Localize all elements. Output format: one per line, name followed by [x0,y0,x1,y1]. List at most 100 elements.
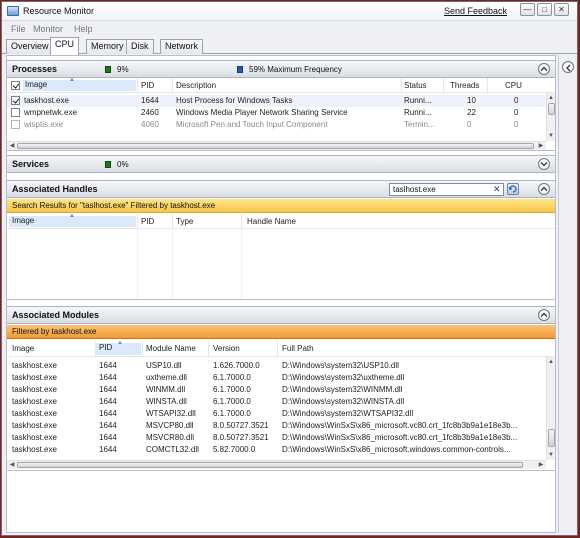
scroll-down-icon[interactable]: ▼ [547,451,555,459]
column-separator [142,341,143,356]
process-pid: 2460 [141,108,159,117]
handles-header[interactable]: Associated Handles ✕ [7,180,555,198]
module-path: D:\Windows\system32\WINSTA.dll [282,397,405,406]
module-image: taskhost.exe [12,409,57,418]
menu-monitor[interactable]: Monitor [33,24,63,34]
process-image: taskhost.exe [24,96,69,105]
scroll-left-icon[interactable]: ◀ [8,142,16,150]
services-header[interactable]: Services 0% [7,155,555,173]
processes-header[interactable]: Processes 9% 59% Maximum Frequency [7,60,555,78]
module-row[interactable]: taskhost.exe 1644 COMCTL32.dll 5.82.7000… [7,444,555,456]
column-version[interactable]: Version [213,344,240,353]
resource-monitor-window: Resource Monitor Send Feedback — □ ✕ Fil… [1,1,578,536]
tab-network[interactable]: Network [160,39,204,54]
maximize-button[interactable]: □ [537,3,552,16]
send-feedback-link[interactable]: Send Feedback [444,6,507,16]
column-cpu[interactable]: CPU [505,81,522,90]
process-row[interactable]: wisptis.exe 4060 Microsoft Pen and Touch… [7,119,555,131]
process-description: Microsoft Pen and Touch Input Component [176,120,328,129]
process-status: Termin... [404,120,435,129]
module-version: 8.0.50727.3521 [213,433,269,442]
menu-file[interactable]: File [11,24,26,34]
scroll-up-icon[interactable]: ▲ [547,358,555,366]
expand-services-button[interactable] [538,158,550,170]
modules-column-header: Image PID ▲ Module Name Version Full Pat… [7,340,555,357]
tab-cpu[interactable]: CPU [50,37,80,55]
process-row[interactable]: wmpnetwk.exe 2460 Windows Media Player N… [7,107,555,119]
minimize-button[interactable]: — [520,3,535,16]
modules-header[interactable]: Associated Modules [7,306,555,324]
cpu-usage-icon [105,161,111,168]
scroll-down-icon[interactable]: ▼ [547,132,555,140]
module-row[interactable]: taskhost.exe 1644 uxtheme.dll 6.1.7000.0… [7,372,555,384]
processes-column-header: Image ▲ PID Description Status Threads C… [7,77,555,93]
module-row[interactable]: taskhost.exe 1644 MSVCR80.dll 8.0.50727.… [7,432,555,444]
column-image[interactable]: Image [12,344,34,353]
module-image: taskhost.exe [12,445,57,454]
services-cpu-usage: 0% [117,160,129,169]
tab-memory[interactable]: Memory [86,39,129,54]
tab-disk[interactable]: Disk [126,39,154,54]
column-full-path[interactable]: Full Path [282,344,314,353]
column-type[interactable]: Type [176,217,193,226]
scrollbar-thumb[interactable] [548,103,555,115]
process-checkbox[interactable] [11,108,20,117]
module-version: 6.1.7000.0 [213,385,251,394]
module-row[interactable]: taskhost.exe 1644 WINMM.dll 6.1.7000.0 D… [7,384,555,396]
module-path: D:\Windows\system32\WINMM.dll [282,385,403,394]
column-separator [487,78,488,92]
scroll-right-icon[interactable]: ▶ [537,461,545,469]
tab-strip: Overview CPU Memory Disk Network [2,37,577,55]
scrollbar-thumb[interactable] [548,429,555,447]
module-row[interactable]: taskhost.exe 1644 USP10.dll 1.626.7000.0… [7,360,555,372]
close-button[interactable]: ✕ [554,3,569,16]
scroll-left-icon[interactable]: ◀ [8,461,16,469]
scrollbar-thumb[interactable] [17,143,534,149]
module-row[interactable]: taskhost.exe 1644 WTSAPI32.dll 6.1.7000.… [7,408,555,420]
process-cpu: 0 [514,96,519,105]
column-description[interactable]: Description [176,81,216,90]
handles-column-header: Image ▲ PID Type Handle Name [7,213,555,229]
show-views-button[interactable] [562,61,574,73]
column-image[interactable]: Image [23,80,136,91]
process-row[interactable]: taskhost.exe 1644 Host Process for Windo… [7,95,555,107]
column-separator [137,78,138,92]
scrollbar-thumb[interactable] [17,462,523,468]
column-handle-name[interactable]: Handle Name [247,217,296,226]
processes-horizontal-scrollbar[interactable]: ◀ ▶ [7,141,546,150]
collapse-modules-button[interactable] [538,309,550,321]
cpu-tab-content: Processes 9% 59% Maximum Frequency Image… [6,55,556,533]
collapse-handles-button[interactable] [538,183,550,195]
module-version: 8.0.50727.3521 [213,421,269,430]
column-separator [172,214,173,228]
menu-help[interactable]: Help [74,24,93,34]
processes-title: Processes [12,64,58,74]
collapse-processes-button[interactable] [538,63,550,75]
column-pid[interactable]: PID [141,81,154,90]
column-status[interactable]: Status [404,81,427,90]
processes-cpu-usage: 9% [117,65,129,74]
processes-vertical-scrollbar[interactable]: ▲ ▼ [546,93,555,141]
column-threads[interactable]: Threads [450,81,479,90]
column-pid[interactable]: PID [141,217,154,226]
scroll-right-icon[interactable]: ▶ [537,142,545,150]
modules-horizontal-scrollbar[interactable]: ◀ ▶ [7,460,546,469]
process-checkbox[interactable] [11,120,20,129]
search-results-text: Search Results for "taslhost.exe" Filter… [12,201,216,210]
handles-title: Associated Handles [12,184,98,194]
tab-overview[interactable]: Overview [6,39,54,54]
module-row[interactable]: taskhost.exe 1644 WINSTA.dll 6.1.7000.0 … [7,396,555,408]
module-row[interactable]: taskhost.exe 1644 MSVCP80.dll 8.0.50727.… [7,420,555,432]
module-pid: 1644 [99,373,117,382]
process-checkbox[interactable] [11,96,20,105]
search-results-banner: Search Results for "taslhost.exe" Filter… [7,199,555,213]
search-refresh-button[interactable] [507,183,519,195]
clear-search-icon[interactable]: ✕ [493,184,501,195]
handles-search-input[interactable] [389,183,504,196]
modules-vertical-scrollbar[interactable]: ▲ ▼ [546,357,555,460]
module-pid: 1644 [99,385,117,394]
select-all-checkbox[interactable] [11,81,20,90]
process-cpu: 0 [514,108,519,117]
column-module-name[interactable]: Module Name [146,344,196,353]
scroll-up-icon[interactable]: ▲ [547,94,555,102]
